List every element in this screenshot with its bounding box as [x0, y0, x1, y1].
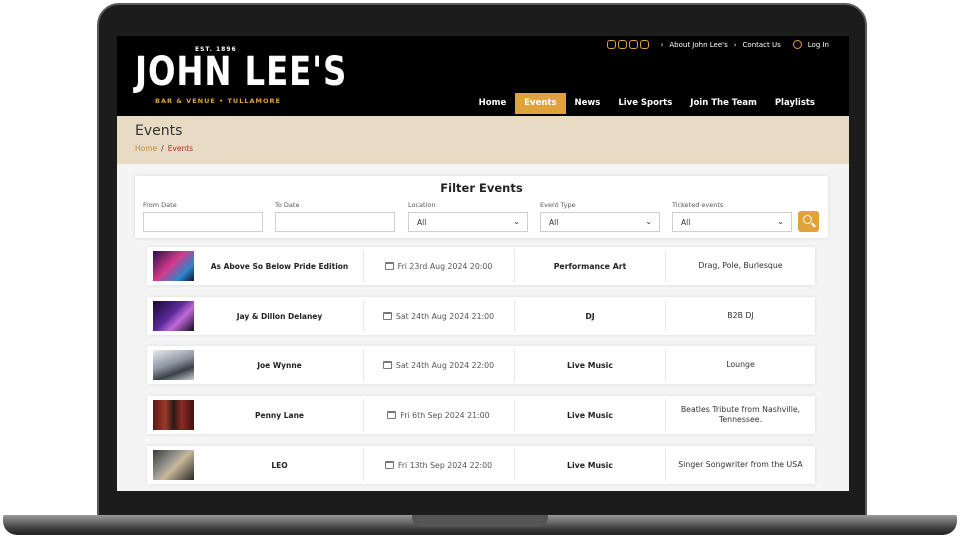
- logo[interactable]: JOHN LEE'S: [135, 49, 347, 95]
- event-thumbnail[interactable]: [153, 450, 194, 480]
- calendar-icon: [382, 361, 392, 369]
- breadcrumb: Home / Events: [135, 144, 193, 153]
- event-date-text: Fri 13th Sep 2024 22:00: [397, 460, 493, 470]
- calendar-icon: [384, 461, 394, 469]
- nav-live-sports[interactable]: Live Sports: [609, 93, 681, 114]
- location-value: All: [417, 218, 427, 227]
- event-type-label: Event Type: [540, 201, 576, 209]
- ticketed-value: All: [681, 218, 691, 227]
- event-thumbnail[interactable]: [153, 350, 194, 380]
- breadcrumb-separator: /: [161, 144, 164, 153]
- event-date: Sat 24th Aug 2024 22:00: [363, 346, 514, 384]
- search-button[interactable]: [798, 211, 819, 232]
- instagram-icon[interactable]: [606, 40, 616, 49]
- page-title: Events: [135, 123, 183, 139]
- chevron-right-icon: ›: [733, 40, 737, 49]
- event-row[interactable]: Penny Lane Fri 6th Sep 2024 21:00 Live M…: [147, 396, 815, 434]
- main-nav: Home Events News Live Sports Join The Te…: [470, 93, 824, 114]
- event-date-text: Fri 6th Sep 2024 21:00: [400, 410, 490, 420]
- page-title-band: Events Home / Events: [117, 116, 849, 164]
- event-name[interactable]: As Above So Below Pride Edition: [197, 247, 362, 285]
- event-row[interactable]: As Above So Below Pride Edition Fri 23rd…: [147, 247, 815, 285]
- chevron-down-icon: ⌄: [777, 217, 784, 226]
- about-link[interactable]: About John Lee's: [669, 41, 727, 49]
- event-date-text: Sat 24th Aug 2024 21:00: [395, 311, 495, 321]
- event-description: Lounge: [726, 360, 755, 369]
- to-date-input[interactable]: [275, 212, 395, 232]
- calendar-icon: [382, 312, 392, 320]
- event-description: Singer Songwriter from the USA: [678, 460, 803, 469]
- event-description: Drag, Pole, Burlesque: [698, 261, 783, 270]
- to-date-label: To Date: [275, 201, 300, 209]
- logo-tagline: BAR & VENUE • TULLAMORE: [155, 97, 281, 105]
- event-date: Sat 24th Aug 2024 21:00: [363, 297, 514, 335]
- nav-join-the-team[interactable]: Join The Team: [681, 93, 766, 114]
- event-type: Live Music: [567, 410, 613, 420]
- tiktok-icon[interactable]: [617, 40, 627, 49]
- chevron-right-icon: ›: [660, 40, 664, 49]
- event-description: B2B DJ: [727, 311, 754, 320]
- location-select[interactable]: All ⌄: [408, 212, 528, 232]
- chevron-down-icon: ⌄: [513, 217, 520, 226]
- event-thumbnail[interactable]: [153, 251, 194, 281]
- chevron-down-icon: ⌄: [645, 217, 652, 226]
- event-date-text: Fri 23rd Aug 2024 20:00: [397, 261, 493, 271]
- from-date-label: From Date: [143, 201, 177, 209]
- event-thumbnail[interactable]: [153, 301, 194, 331]
- event-type-value: All: [549, 218, 559, 227]
- event-name[interactable]: LEO: [197, 446, 362, 484]
- event-type: Live Music: [567, 360, 613, 370]
- social-links: [606, 40, 649, 49]
- nav-playlists[interactable]: Playlists: [766, 93, 824, 114]
- laptop-notch: [412, 515, 548, 527]
- event-description: Beatles Tribute from Nashville, Tennesse…: [680, 405, 801, 424]
- location-label: Location: [408, 201, 436, 209]
- event-name[interactable]: Jay & Dillon Delaney: [197, 297, 362, 335]
- filter-title: Filter Events: [440, 181, 523, 195]
- event-type-select[interactable]: All ⌄: [540, 212, 660, 232]
- event-row[interactable]: Jay & Dillon Delaney Sat 24th Aug 2024 2…: [147, 297, 815, 335]
- filter-panel: Filter Events From Date To Date Location…: [135, 176, 828, 238]
- event-type: Performance Art: [553, 261, 627, 271]
- nav-events[interactable]: Events: [515, 93, 566, 114]
- nav-home[interactable]: Home: [470, 93, 516, 114]
- x-icon[interactable]: [639, 40, 649, 49]
- event-date: Fri 13th Sep 2024 22:00: [363, 446, 514, 484]
- breadcrumb-home[interactable]: Home: [135, 144, 157, 153]
- facebook-icon[interactable]: [628, 40, 638, 49]
- event-type: Live Music: [567, 460, 613, 470]
- ticketed-select[interactable]: All ⌄: [672, 212, 792, 232]
- ticketed-label: Ticketed events: [672, 201, 724, 209]
- event-date: Fri 6th Sep 2024 21:00: [363, 396, 514, 434]
- event-name[interactable]: Penny Lane: [197, 396, 362, 434]
- breadcrumb-current: Events: [167, 144, 194, 153]
- event-row[interactable]: Joe Wynne Sat 24th Aug 2024 22:00 Live M…: [147, 346, 815, 384]
- login-link[interactable]: Log In: [808, 41, 829, 49]
- event-row[interactable]: LEO Fri 13th Sep 2024 22:00 Live Music S…: [147, 446, 815, 484]
- calendar-icon: [387, 411, 397, 419]
- nav-news[interactable]: News: [566, 93, 610, 114]
- from-date-input[interactable]: [143, 212, 263, 232]
- website-screen: EST. 1896 JOHN LEE'S BAR & VENUE • TULLA…: [117, 36, 849, 491]
- contact-link[interactable]: Contact Us: [743, 41, 781, 49]
- event-thumbnail[interactable]: [153, 400, 194, 430]
- event-name[interactable]: Joe Wynne: [197, 346, 362, 384]
- user-icon[interactable]: [792, 40, 802, 49]
- calendar-icon: [384, 262, 394, 270]
- event-date: Fri 23rd Aug 2024 20:00: [363, 247, 514, 285]
- top-links: › About John Lee's › Contact Us Log In: [606, 40, 829, 49]
- event-date-text: Sat 24th Aug 2024 22:00: [395, 360, 495, 370]
- site-header: EST. 1896 JOHN LEE'S BAR & VENUE • TULLA…: [117, 36, 849, 116]
- event-type: DJ: [585, 311, 595, 321]
